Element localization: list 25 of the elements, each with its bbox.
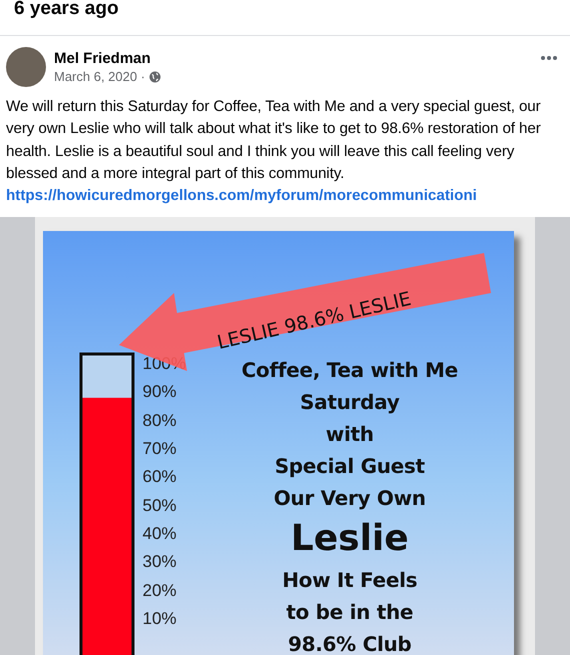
poster-text: How It Feels [282, 567, 418, 594]
post-date[interactable]: March 6, 2020 · [54, 69, 146, 84]
author-name[interactable]: Mel Friedman [54, 50, 532, 67]
poster-text: 98.6% Club [288, 631, 412, 655]
poster-text: Special Guest [274, 453, 425, 480]
scale-label: 90% [142, 381, 178, 404]
poster-text: with [326, 421, 374, 448]
poster-text: to be in the [286, 599, 414, 626]
scale-label: 40% [142, 522, 178, 545]
scale-label: 50% [142, 494, 178, 517]
post-text: We will return this Saturday for Coffee, Tea with Me and a very special guest, our very own Leslie who will talk about what it's like to get to 98.6% restoration of her health. Leslie is a beautiful soul and I think you will leave this call feeling very blessed and a more integral part of this community. [6, 97, 542, 184]
scale-label: 80% [142, 410, 178, 432]
globe-icon [149, 70, 162, 82]
post-link[interactable]: https://howicuredmorgellons.com/myforum/morecommunicationi [6, 185, 477, 208]
scale-label: 30% [142, 551, 178, 574]
poster-text: Our Very Own [274, 485, 426, 512]
scale-label: 20% [142, 580, 178, 602]
scale-label: 70% [142, 438, 178, 460]
poster-text: Saturday [300, 389, 400, 416]
poster-text: Leslie [290, 517, 409, 562]
scale-label: 10% [142, 608, 178, 630]
scale-label: 60% [142, 466, 178, 488]
section-heading: 6 years ago [0, 0, 570, 36]
avatar[interactable] [6, 47, 46, 87]
more-options-button[interactable] [540, 55, 558, 61]
